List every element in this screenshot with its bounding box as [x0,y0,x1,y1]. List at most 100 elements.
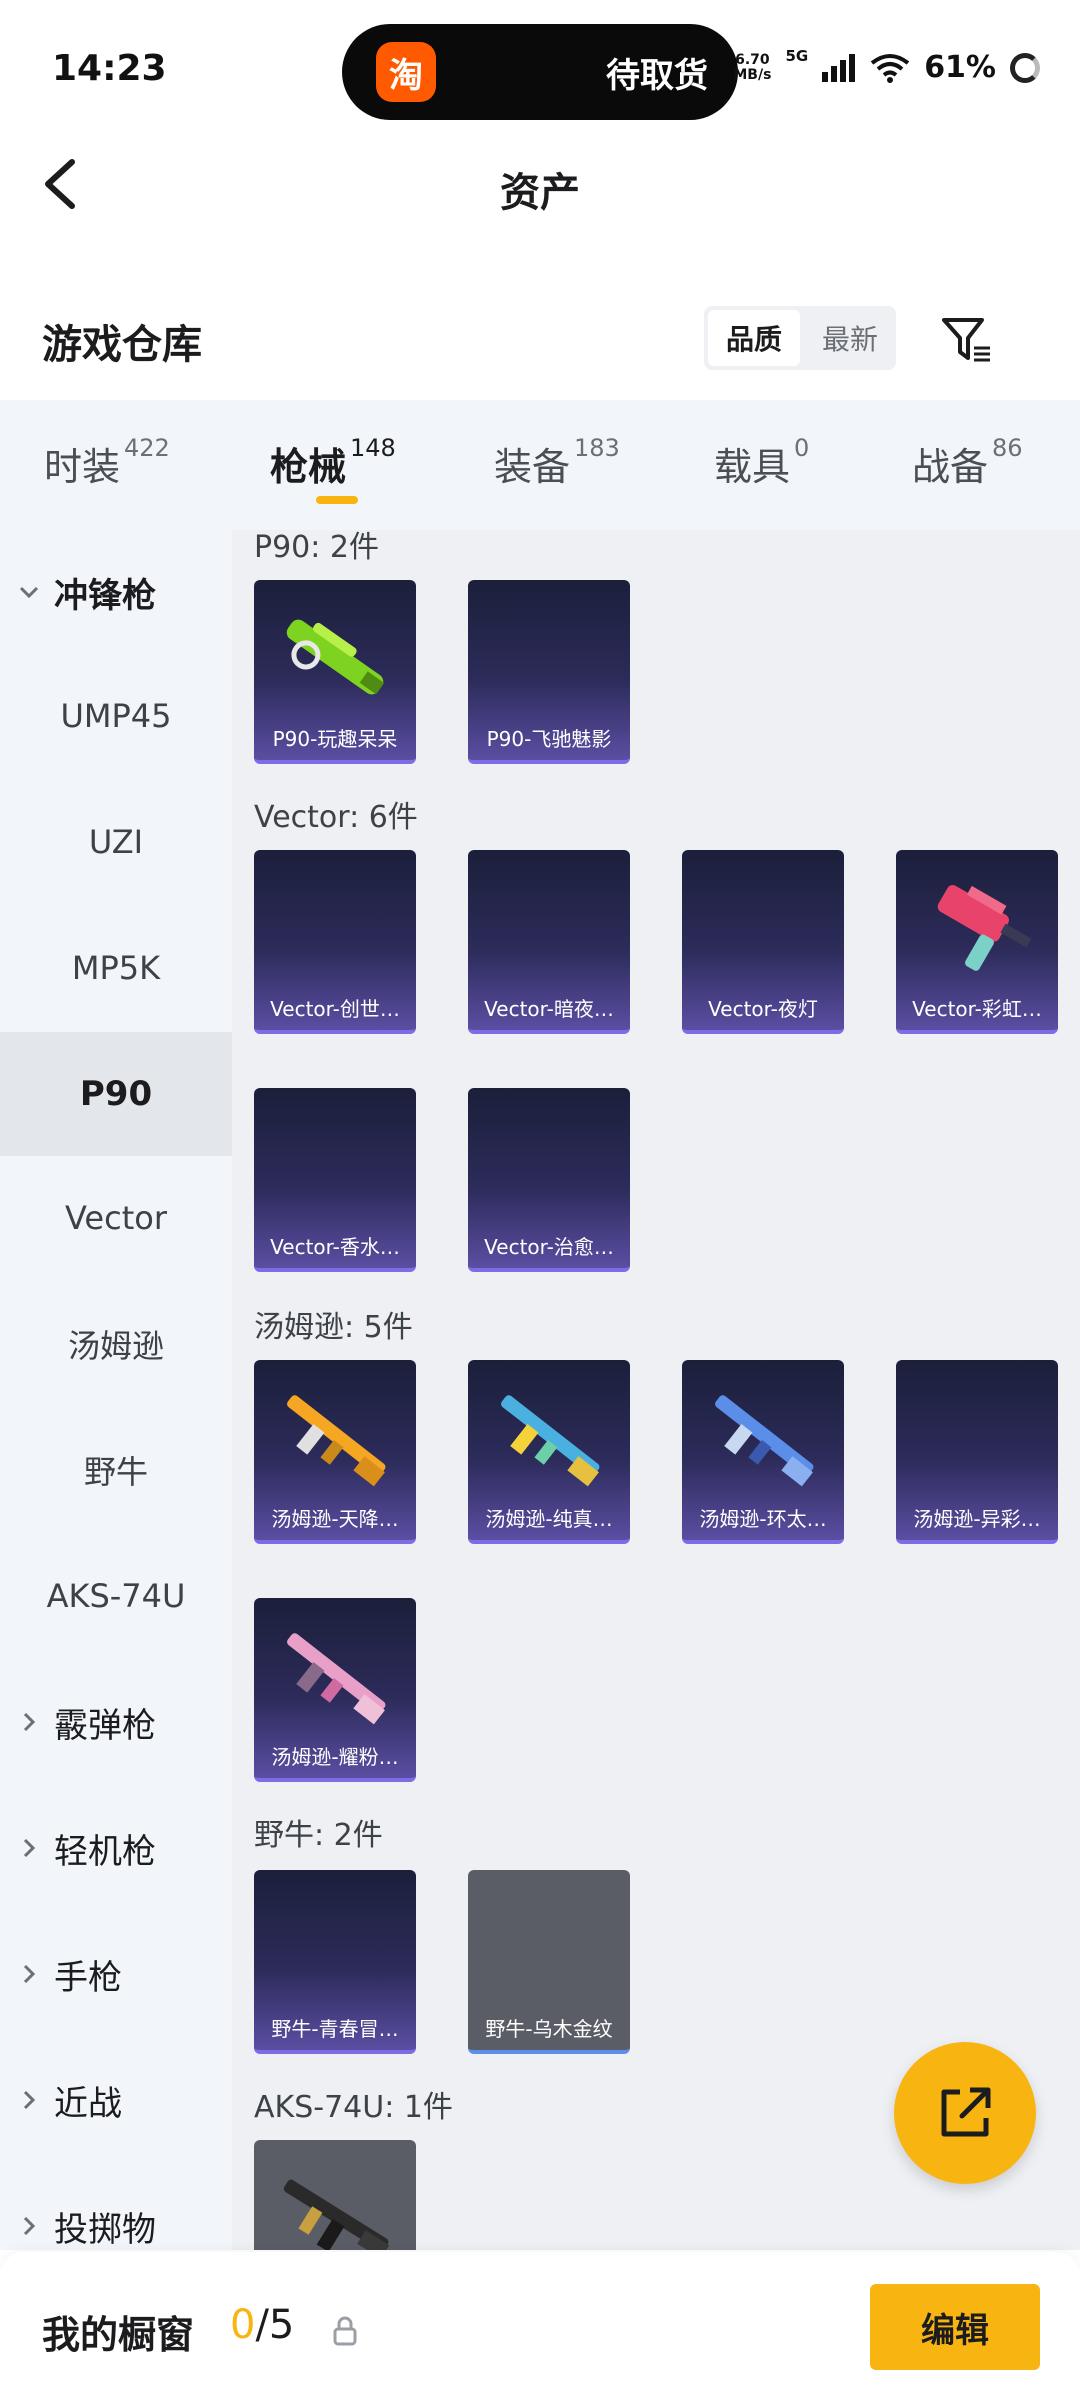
sidebar-item-label: 霰弹枪 [54,1705,156,1746]
item-card[interactable]: 汤姆逊-天降… [254,1360,416,1544]
battery-level: 61% [924,50,996,85]
item-card[interactable]: 汤姆逊-耀粉… [254,1598,416,1782]
sidebar-group-melee[interactable]: 近战 [0,2038,232,2162]
tab-vehicles[interactable]: 载具 0 [714,434,810,491]
item-card[interactable]: P90-飞驰魅影 [468,580,630,764]
wifi-icon [870,53,910,83]
sidebar-item-ump45[interactable]: UMP45 [0,654,232,778]
item-card[interactable]: Vector-创世… [254,850,416,1034]
lock-icon [333,2316,357,2346]
item-name: 汤姆逊-环太… [699,1506,827,1531]
network-type: 5G [785,46,809,65]
item-card[interactable]: 野牛-青春冒… [254,1870,416,2054]
weapon-skin-image [937,885,1032,971]
sidebar-item-label: 轻机枪 [54,1831,156,1872]
sidebar-item-label: AKS-74U [46,1577,186,1615]
status-bar: 14:23 淘 待取货 6.70 MB/s 5G 61% [0,0,1080,140]
sidebar-item-mp5k[interactable]: MP5K [0,906,232,1030]
item-card[interactable]: 汤姆逊-纯真… [468,1360,630,1544]
group-title-p90: P90: 2件 [254,530,379,565]
item-name: 野牛-青春冒… [271,2016,399,2041]
island-status-text: 待取货 [606,56,708,96]
tab-label: 装备 [494,445,571,489]
sidebar-item-label: 野牛 [83,1453,148,1491]
item-card[interactable]: 野牛-乌木金纹 [468,1870,630,2054]
status-indicators: 6.70 MB/s 5G 61% [733,46,1040,85]
item-card[interactable] [254,2140,416,2250]
item-name: Vector-治愈… [484,1234,614,1259]
item-card[interactable]: Vector-夜灯 [682,850,844,1034]
sidebar-item-vector[interactable]: Vector [0,1156,232,1280]
chevron-right-icon [23,2090,36,2110]
group-title-bizon: 野牛: 2件 [254,1818,383,1853]
item-card[interactable]: Vector-彩虹… [896,850,1058,1034]
tab-equipment[interactable]: 装备 183 [494,434,620,491]
tab-firearms[interactable]: 枪械 148 [270,434,396,491]
chevron-right-icon [23,2216,36,2236]
category-tabs: 时装 422 枪械 148 装备 183 载具 0 战备 86 [0,400,1080,530]
weapon-skin-image [287,1633,386,1725]
item-name: Vector-彩虹… [912,996,1042,1021]
active-tab-indicator [316,496,358,504]
item-name: 汤姆逊-天降… [271,1506,399,1531]
edit-button[interactable]: 编辑 [870,2284,1040,2370]
tab-label: 时装 [44,445,121,489]
sidebar-item-label: 冲锋枪 [54,575,156,616]
share-external-icon [941,2087,991,2137]
item-name: P90-飞驰魅影 [486,726,612,751]
sidebar-item-label: 汤姆逊 [67,1327,164,1365]
sidebar-item-label: UMP45 [60,697,172,735]
sidebar-group-shotgun[interactable]: 霰弹枪 [0,1660,232,1784]
sidebar-item-uzi[interactable]: UZI [0,780,232,904]
filter-icon[interactable] [938,312,994,368]
item-name: 汤姆逊-耀粉… [271,1744,399,1769]
sidebar-group-smg[interactable]: 冲锋枪 [0,530,232,654]
item-card[interactable]: 汤姆逊-异彩… [896,1360,1058,1544]
tab-label: 枪械 [270,445,347,489]
group-title-thompson: 汤姆逊: 5件 [254,1310,413,1345]
sidebar-item-thompson[interactable]: 汤姆逊 [0,1282,232,1406]
item-name: P90-玩趣呆呆 [272,726,398,751]
item-card[interactable]: Vector-香水… [254,1088,416,1272]
sidebar-item-label: UZI [88,823,144,861]
tab-fashion[interactable]: 时装 422 [44,434,170,491]
item-card[interactable]: Vector-治愈… [468,1088,630,1272]
sidebar-item-label: P90 [79,1074,153,1114]
sidebar-item-label: 手枪 [54,1957,122,1998]
dynamic-island[interactable]: 淘 待取货 [342,24,738,120]
item-name: Vector-香水… [270,1234,400,1259]
sidebar-group-pistol[interactable]: 手枪 [0,1912,232,2036]
tab-count: 86 [992,434,1023,462]
share-button[interactable] [894,2042,1036,2184]
sidebar-item-p90[interactable]: P90 [0,1032,232,1156]
weapon-skin-image [283,2179,390,2250]
weapon-skin-image [286,619,385,695]
sidebar-group-throwables[interactable]: 投掷物 [0,2164,232,2250]
sidebar-item-label: Vector [65,1199,167,1237]
network-speed-value: 6.70 [735,51,770,68]
weapon-skin-image [715,1395,814,1487]
item-card[interactable]: 汤姆逊-环太… [682,1360,844,1544]
sort-by-quality[interactable]: 品质 [708,310,800,366]
sidebar-item-bizon[interactable]: 野牛 [0,1408,232,1532]
item-card[interactable]: P90-玩趣呆呆 [254,580,416,764]
chevron-right-icon [23,1712,36,1732]
inventory-grid: P90: 2件 P90-玩趣呆呆 P90-飞驰魅影 Vector: 6件 Vec… [232,530,1080,2250]
sidebar-item-aks74u[interactable]: AKS-74U [0,1534,232,1658]
showcase-label: 我的橱窗 [42,2313,195,2357]
tab-label: 战备 [912,445,989,489]
item-name: Vector-暗夜… [484,996,614,1021]
status-time: 14:23 [52,48,167,89]
sort-toggle: 品质 最新 [704,306,896,370]
sidebar-item-label: 近战 [54,2083,122,2124]
tab-count: 183 [574,434,620,462]
item-name: 汤姆逊-异彩… [913,1506,1041,1531]
item-name: 野牛-乌木金纹 [485,2016,613,2041]
item-card[interactable]: Vector-暗夜… [468,850,630,1034]
sort-by-newest[interactable]: 最新 [804,306,896,370]
sidebar-group-lmg[interactable]: 轻机枪 [0,1786,232,1910]
tab-count: 0 [794,434,810,462]
group-title-aks74u: AKS-74U: 1件 [254,2090,453,2125]
chevron-right-icon [23,1964,36,1984]
tab-combat-supplies[interactable]: 战备 86 [912,434,1023,491]
